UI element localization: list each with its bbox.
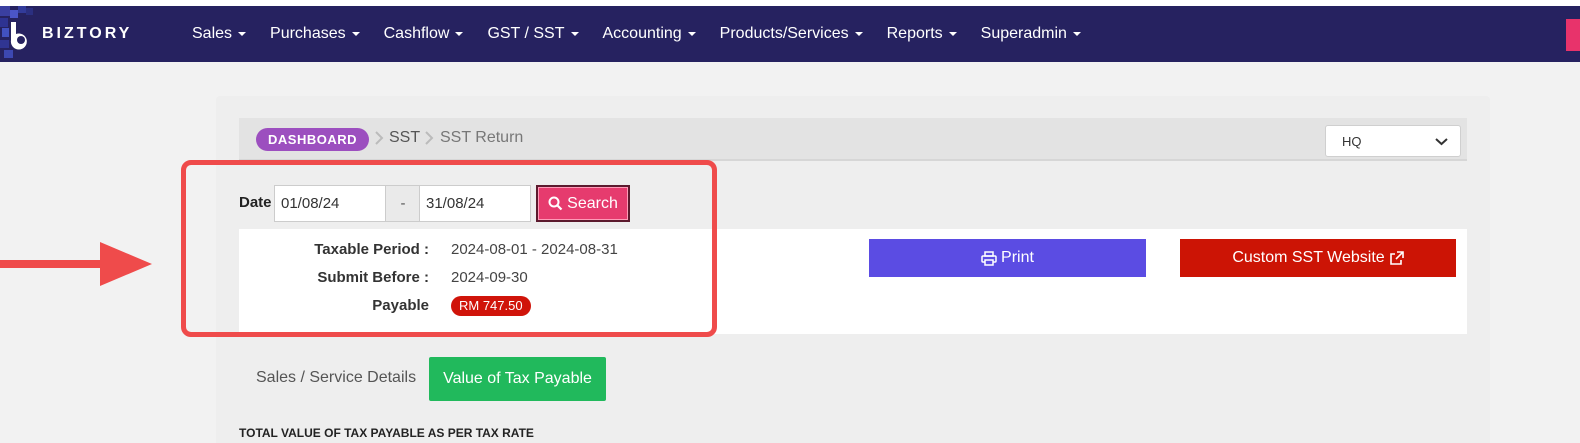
tab-value-of-tax-payable[interactable]: Value of Tax Payable	[429, 357, 606, 401]
custom-sst-button-label: Custom SST Website	[1232, 249, 1385, 266]
external-link-icon	[1389, 250, 1404, 265]
annotation-highlight-box	[181, 160, 717, 337]
caret-down-icon	[570, 32, 579, 36]
logo-icon	[10, 22, 27, 50]
caret-down-icon	[854, 32, 863, 36]
nav-item-label: Accounting	[602, 25, 682, 42]
print-button[interactable]: Print	[869, 239, 1146, 277]
breadcrumb-sst[interactable]: SST	[389, 129, 420, 147]
nav-item-gst-sst[interactable]: GST / SST	[487, 25, 579, 43]
nav-item-label: GST / SST	[487, 25, 565, 42]
brand-name[interactable]: BIZTORY	[42, 25, 132, 43]
nav-item-cashflow[interactable]: Cashflow	[384, 25, 464, 43]
nav-item-label: Purchases	[270, 25, 346, 42]
breadcrumb-current: SST Return	[440, 129, 524, 146]
user-menu-button[interactable]	[1566, 19, 1580, 51]
nav-item-sales[interactable]: Sales	[192, 25, 247, 43]
breadcrumb-dashboard[interactable]: DASHBOARD	[256, 128, 369, 151]
nav-item-label: Reports	[886, 25, 943, 42]
nav-item-label: Sales	[192, 25, 233, 42]
caret-down-icon	[948, 32, 957, 36]
tab-sales-service-details[interactable]: Sales / Service Details	[256, 369, 416, 387]
breadcrumb: DASHBOARD SST SST Return	[239, 118, 1467, 161]
branch-select[interactable]: HQ	[1325, 125, 1461, 157]
caret-down-icon	[687, 32, 696, 36]
annotation-arrow-icon	[0, 242, 152, 286]
caret-down-icon	[351, 32, 360, 36]
chevron-down-icon	[1435, 138, 1448, 146]
chevron-right-icon	[425, 131, 434, 145]
print-button-label: Print	[1001, 249, 1034, 266]
section-heading: TOTAL VALUE OF TAX PAYABLE AS PER TAX RA…	[239, 426, 534, 440]
top-navbar: BIZTORY Sales Purchases Cashflow GST / S…	[0, 6, 1580, 62]
nav-item-superadmin[interactable]: Superadmin	[981, 25, 1081, 43]
printer-icon	[981, 250, 997, 266]
main-nav: Sales Purchases Cashflow GST / SST Accou…	[192, 6, 1105, 62]
nav-item-purchases[interactable]: Purchases	[270, 25, 360, 43]
nav-item-label: Superadmin	[980, 25, 1067, 42]
caret-down-icon	[1072, 32, 1081, 36]
branch-select-value: HQ	[1342, 134, 1362, 149]
nav-item-label: Products/Services	[719, 25, 849, 42]
caret-down-icon	[455, 32, 464, 36]
custom-sst-website-button[interactable]: Custom SST Website	[1180, 239, 1456, 277]
nav-item-label: Cashflow	[383, 25, 450, 42]
chevron-right-icon	[375, 131, 384, 145]
nav-item-accounting[interactable]: Accounting	[603, 25, 696, 43]
nav-item-products-services[interactable]: Products/Services	[720, 25, 863, 43]
caret-down-icon	[238, 32, 247, 36]
nav-item-reports[interactable]: Reports	[887, 25, 957, 43]
